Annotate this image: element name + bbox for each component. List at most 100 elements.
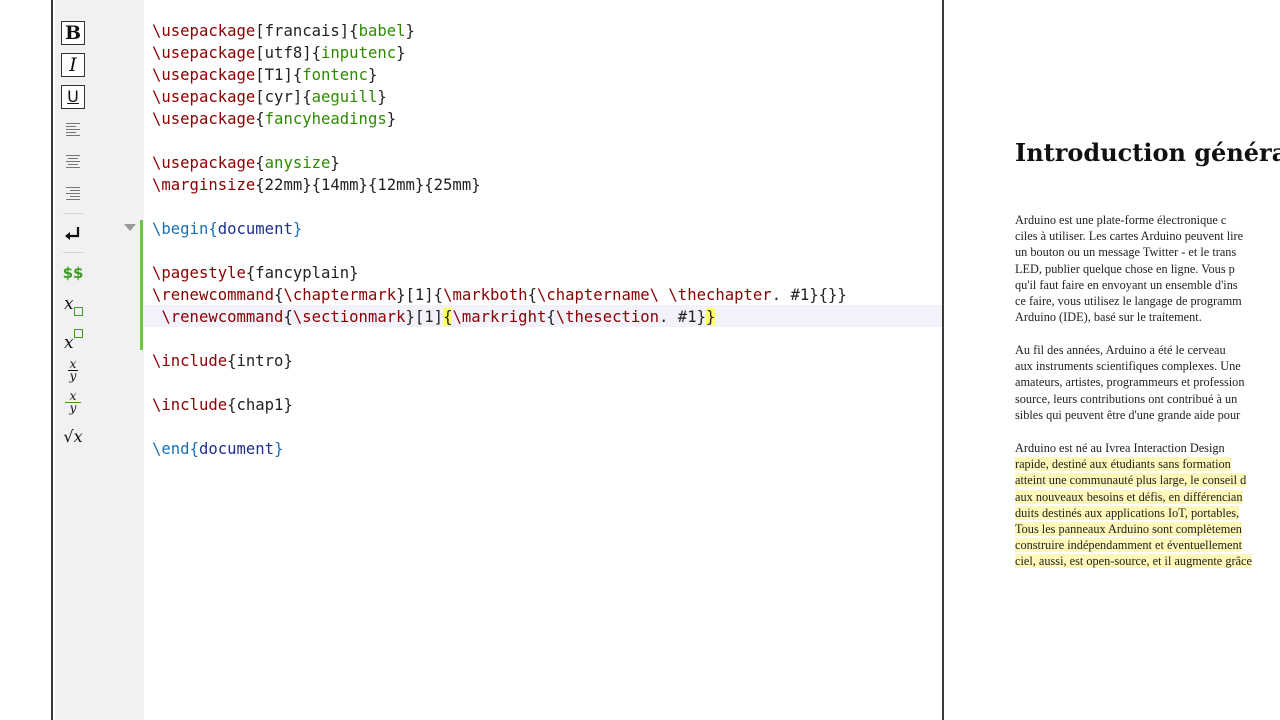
pdf-text-line: aux nouveaux besoins et défis, en différ… <box>1015 489 1243 505</box>
superscript-button[interactable]: x <box>61 327 85 353</box>
subscript-button[interactable]: x <box>61 293 85 317</box>
code-token: } <box>405 22 415 40</box>
pdf-highlighted-text: aux nouveaux besoins et défis, en différ… <box>1015 489 1243 504</box>
dfrac-button[interactable]: x y <box>61 390 85 414</box>
code-token: { <box>292 66 303 84</box>
code-token: anysize <box>264 154 331 172</box>
pdf-text-line: source, leurs contributions ont contribu… <box>1015 391 1237 407</box>
code-token: \renewcommand <box>152 286 275 304</box>
pdf-text-line: ciel, aussi, est open-source, et il augm… <box>1015 553 1252 569</box>
code-token: \ <box>649 286 669 304</box>
code-token: \markright <box>452 308 547 326</box>
pdf-text: un bouton ou un message Twitter - et le … <box>1015 245 1237 260</box>
pdf-text-line: ciles à utiliser. Les cartes Arduino peu… <box>1015 228 1243 244</box>
code-token: \end <box>152 440 190 458</box>
code-line: \usepackage{anysize} <box>152 152 340 174</box>
code-token: { <box>255 110 265 128</box>
code-line: \usepackage[francais]{babel} <box>152 20 415 42</box>
pdf-chapter-title: Introduction généra <box>1015 138 1280 167</box>
code-token: { <box>208 220 218 238</box>
code-token: document <box>198 440 275 458</box>
pdf-text: Arduino est une plate-forme électronique… <box>1015 213 1227 227</box>
sqrt-icon: √x <box>63 426 83 446</box>
subscript-icon: x <box>62 294 84 316</box>
code-token: } <box>274 440 284 458</box>
code-token: { <box>283 308 293 326</box>
newline-button[interactable] <box>61 222 85 246</box>
code-token: babel <box>358 22 406 40</box>
bold-icon: B <box>64 21 82 44</box>
pdf-text-line: un bouton ou un message Twitter - et le … <box>1015 244 1236 260</box>
code-token: \usepackage <box>152 44 256 62</box>
pdf-text-line: ce faire, vous utilisez le langage de pr… <box>1015 293 1242 309</box>
pdf-highlighted-text: duits destinés aux applications IoT, por… <box>1015 505 1240 520</box>
pdf-text-line: LED, publier quelque chose en ligne. Vou… <box>1015 261 1235 277</box>
code-token: fontenc <box>302 66 368 84</box>
superscript-icon: x <box>62 328 84 353</box>
code-token: \markboth <box>443 286 528 304</box>
align-left-button[interactable] <box>61 117 85 141</box>
pdf-text: Au fil des années, Arduino a été le cerv… <box>1015 343 1226 357</box>
pdf-text: Arduino (IDE), basé sur le traitement. <box>1015 310 1202 325</box>
fraction-button[interactable]: x y <box>61 358 85 382</box>
pdf-text: aux instruments scientifiques complexes.… <box>1015 359 1241 374</box>
toolbar-separator <box>63 213 83 214</box>
align-left-icon <box>66 122 80 136</box>
code-line: \renewcommand{\sectionmark}[1]{\markrigh… <box>152 306 716 328</box>
code-token: } <box>386 110 397 128</box>
align-center-button[interactable] <box>61 149 85 173</box>
pdf-text-line: sibles qui peuvent être d'une grande aid… <box>1015 407 1240 423</box>
code-token: }[1]{ <box>396 286 444 304</box>
pdf-text-line: Arduino est né au Ivrea Interaction Desi… <box>1015 440 1225 456</box>
left-side-panel <box>0 0 53 720</box>
underline-button[interactable]: U <box>61 85 85 109</box>
bold-button[interactable]: B <box>61 21 85 45</box>
code-line: \usepackage[cyr]{aeguill} <box>152 86 387 108</box>
pdf-highlighted-text: Tous les panneaux Arduino sont complètem… <box>1015 522 1242 536</box>
code-token: inputenc <box>321 44 397 62</box>
code-token: { <box>255 154 265 172</box>
formatting-toolbar: B I U $$ x x x y x y √x <box>55 0 92 720</box>
pdf-text: sibles qui peuvent être d'une grande aid… <box>1015 407 1241 422</box>
code-token: { <box>527 286 537 304</box>
fold-arrow-icon[interactable] <box>124 224 136 231</box>
pdf-text-line: aux instruments scientifiques complexes.… <box>1015 358 1241 374</box>
code-token: . #1}{}} <box>771 286 847 304</box>
pdf-text: LED, publier quelque chose en ligne. Vou… <box>1015 261 1235 276</box>
pdf-text-line: Tous les panneaux Arduino sont complètem… <box>1015 521 1242 537</box>
code-token: { <box>349 22 359 40</box>
math-mode-button[interactable]: $$ <box>61 261 85 285</box>
code-token: \pagestyle <box>152 264 246 282</box>
pdf-text-line: amateurs, artistes, programmeurs et prof… <box>1015 374 1244 390</box>
underline-icon: U <box>67 87 79 106</box>
code-token: \usepackage <box>152 154 256 172</box>
align-right-button[interactable] <box>61 181 85 205</box>
code-token: \usepackage <box>152 22 256 40</box>
italic-button[interactable]: I <box>61 53 85 77</box>
code-token: \renewcommand <box>161 308 284 326</box>
pdf-text: ce faire, vous utilisez le langage de pr… <box>1015 294 1242 308</box>
code-token: }[1] <box>405 308 444 326</box>
pdf-highlighted-text: rapide, destiné aux étudiants sans forma… <box>1015 457 1231 472</box>
pdf-text: amateurs, artistes, programmeurs et prof… <box>1015 375 1245 390</box>
code-token: {intro} <box>227 352 293 370</box>
code-token: \thechapter <box>668 286 772 304</box>
sqrt-button[interactable]: √x <box>61 424 85 448</box>
code-line: \begin{document} <box>152 218 302 240</box>
code-token: { <box>546 308 556 326</box>
code-token: \begin <box>152 220 209 238</box>
align-center-icon <box>66 154 80 168</box>
pdf-text-line: Arduino est une plate-forme électronique… <box>1015 212 1226 228</box>
code-token: \thesection <box>555 308 660 326</box>
code-token: [francais] <box>255 22 350 40</box>
code-editor[interactable]: \usepackage[francais]{babel} \usepackage[… <box>144 0 942 720</box>
pdf-text-line: atteint une communauté plus large, le co… <box>1015 472 1247 488</box>
pdf-text-line: Arduino (IDE), basé sur le traitement. <box>1015 309 1202 325</box>
pdf-highlighted-text: ciel, aussi, est open-source, et il augm… <box>1015 554 1252 569</box>
pdf-preview[interactable]: Introduction généra Arduino est une plat… <box>944 0 1280 720</box>
pdf-text-line: qu'il faut faire en envoyant un ensemble… <box>1015 277 1238 293</box>
code-line: \renewcommand {\chaptermark}[1]{\markboth… <box>152 284 847 306</box>
code-token: {chap1} <box>227 396 293 414</box>
code-token: } <box>367 66 378 84</box>
